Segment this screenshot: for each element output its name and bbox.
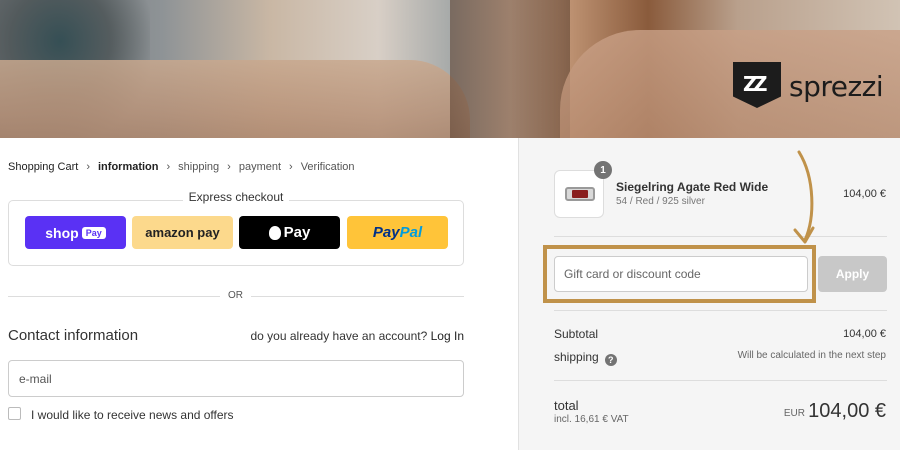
divider <box>554 310 887 311</box>
product-thumbnail <box>554 170 604 218</box>
product-variant: 54 / Red / 925 silver <box>616 196 705 207</box>
breadcrumb-shipping: shipping <box>178 161 220 173</box>
divider <box>554 380 887 381</box>
brand-name: sprezzi <box>789 70 884 103</box>
arm-image-left <box>0 60 470 138</box>
discount-code-input[interactable] <box>554 256 808 292</box>
product-price: 104,00 € <box>843 188 886 200</box>
arrow-annotation-icon <box>793 150 815 244</box>
contact-title: Contact information <box>8 327 139 344</box>
amazon-pay-button[interactable]: amazon pay <box>132 216 233 249</box>
apple-pay-button[interactable]: Pay <box>239 216 340 249</box>
account-prompt: do you already have an account? Log In <box>250 329 464 343</box>
help-icon[interactable]: ? <box>604 354 617 366</box>
shipping-value: Will be calculated in the next step <box>737 350 886 361</box>
total-value: 104,00 € <box>808 400 886 422</box>
breadcrumb-payment: payment <box>238 161 282 173</box>
subtotal-value: 104,00 € <box>843 328 886 340</box>
total-vat: incl. 16,61 € VAT <box>554 414 629 425</box>
divider <box>554 236 887 237</box>
brand-shield-icon: ZZ <box>733 62 781 108</box>
apple-icon <box>268 225 281 240</box>
breadcrumb: Shopping Cart › information › shipping ›… <box>8 161 355 173</box>
express-checkout-title: Express checkout <box>8 190 464 204</box>
paypal-button[interactable]: Pay Pal <box>347 216 448 249</box>
login-link[interactable]: Log In <box>431 329 464 343</box>
breadcrumb-verification: Verification <box>300 161 355 173</box>
newsletter-checkbox[interactable] <box>8 407 21 420</box>
shop-pay-button[interactable]: shop Pay <box>25 216 126 249</box>
strap-image <box>450 0 570 138</box>
apply-discount-button[interactable]: Apply <box>818 256 887 292</box>
currency-label: EUR <box>783 408 805 419</box>
total-label: total <box>554 398 579 413</box>
chevron-right-icon: › <box>227 161 231 173</box>
gem-image <box>572 190 588 198</box>
breadcrumb-cart[interactable]: Shopping Cart <box>8 161 78 173</box>
checkout-main: Shopping Cart › information › shipping ›… <box>0 138 518 450</box>
email-field[interactable] <box>8 360 464 397</box>
product-name: Siegelring Agate Red Wide <box>616 180 769 194</box>
chevron-right-icon: › <box>289 161 293 173</box>
quantity-badge: 1 <box>594 161 612 179</box>
chevron-right-icon: › <box>86 161 90 173</box>
or-separator: OR <box>220 290 251 301</box>
shipping-label: shipping? <box>554 350 617 366</box>
brand-logo[interactable]: ZZ sprezzi <box>733 62 893 110</box>
hero-banner: ZZ sprezzi <box>0 0 900 138</box>
breadcrumb-information: information <box>98 161 159 173</box>
chevron-right-icon: › <box>166 161 171 173</box>
newsletter-label[interactable]: I would like to receive news and offers <box>31 408 234 422</box>
subtotal-label: Subtotal <box>554 327 599 341</box>
order-summary: 1 Siegelring Agate Red Wide 54 / Red / 9… <box>518 138 900 450</box>
